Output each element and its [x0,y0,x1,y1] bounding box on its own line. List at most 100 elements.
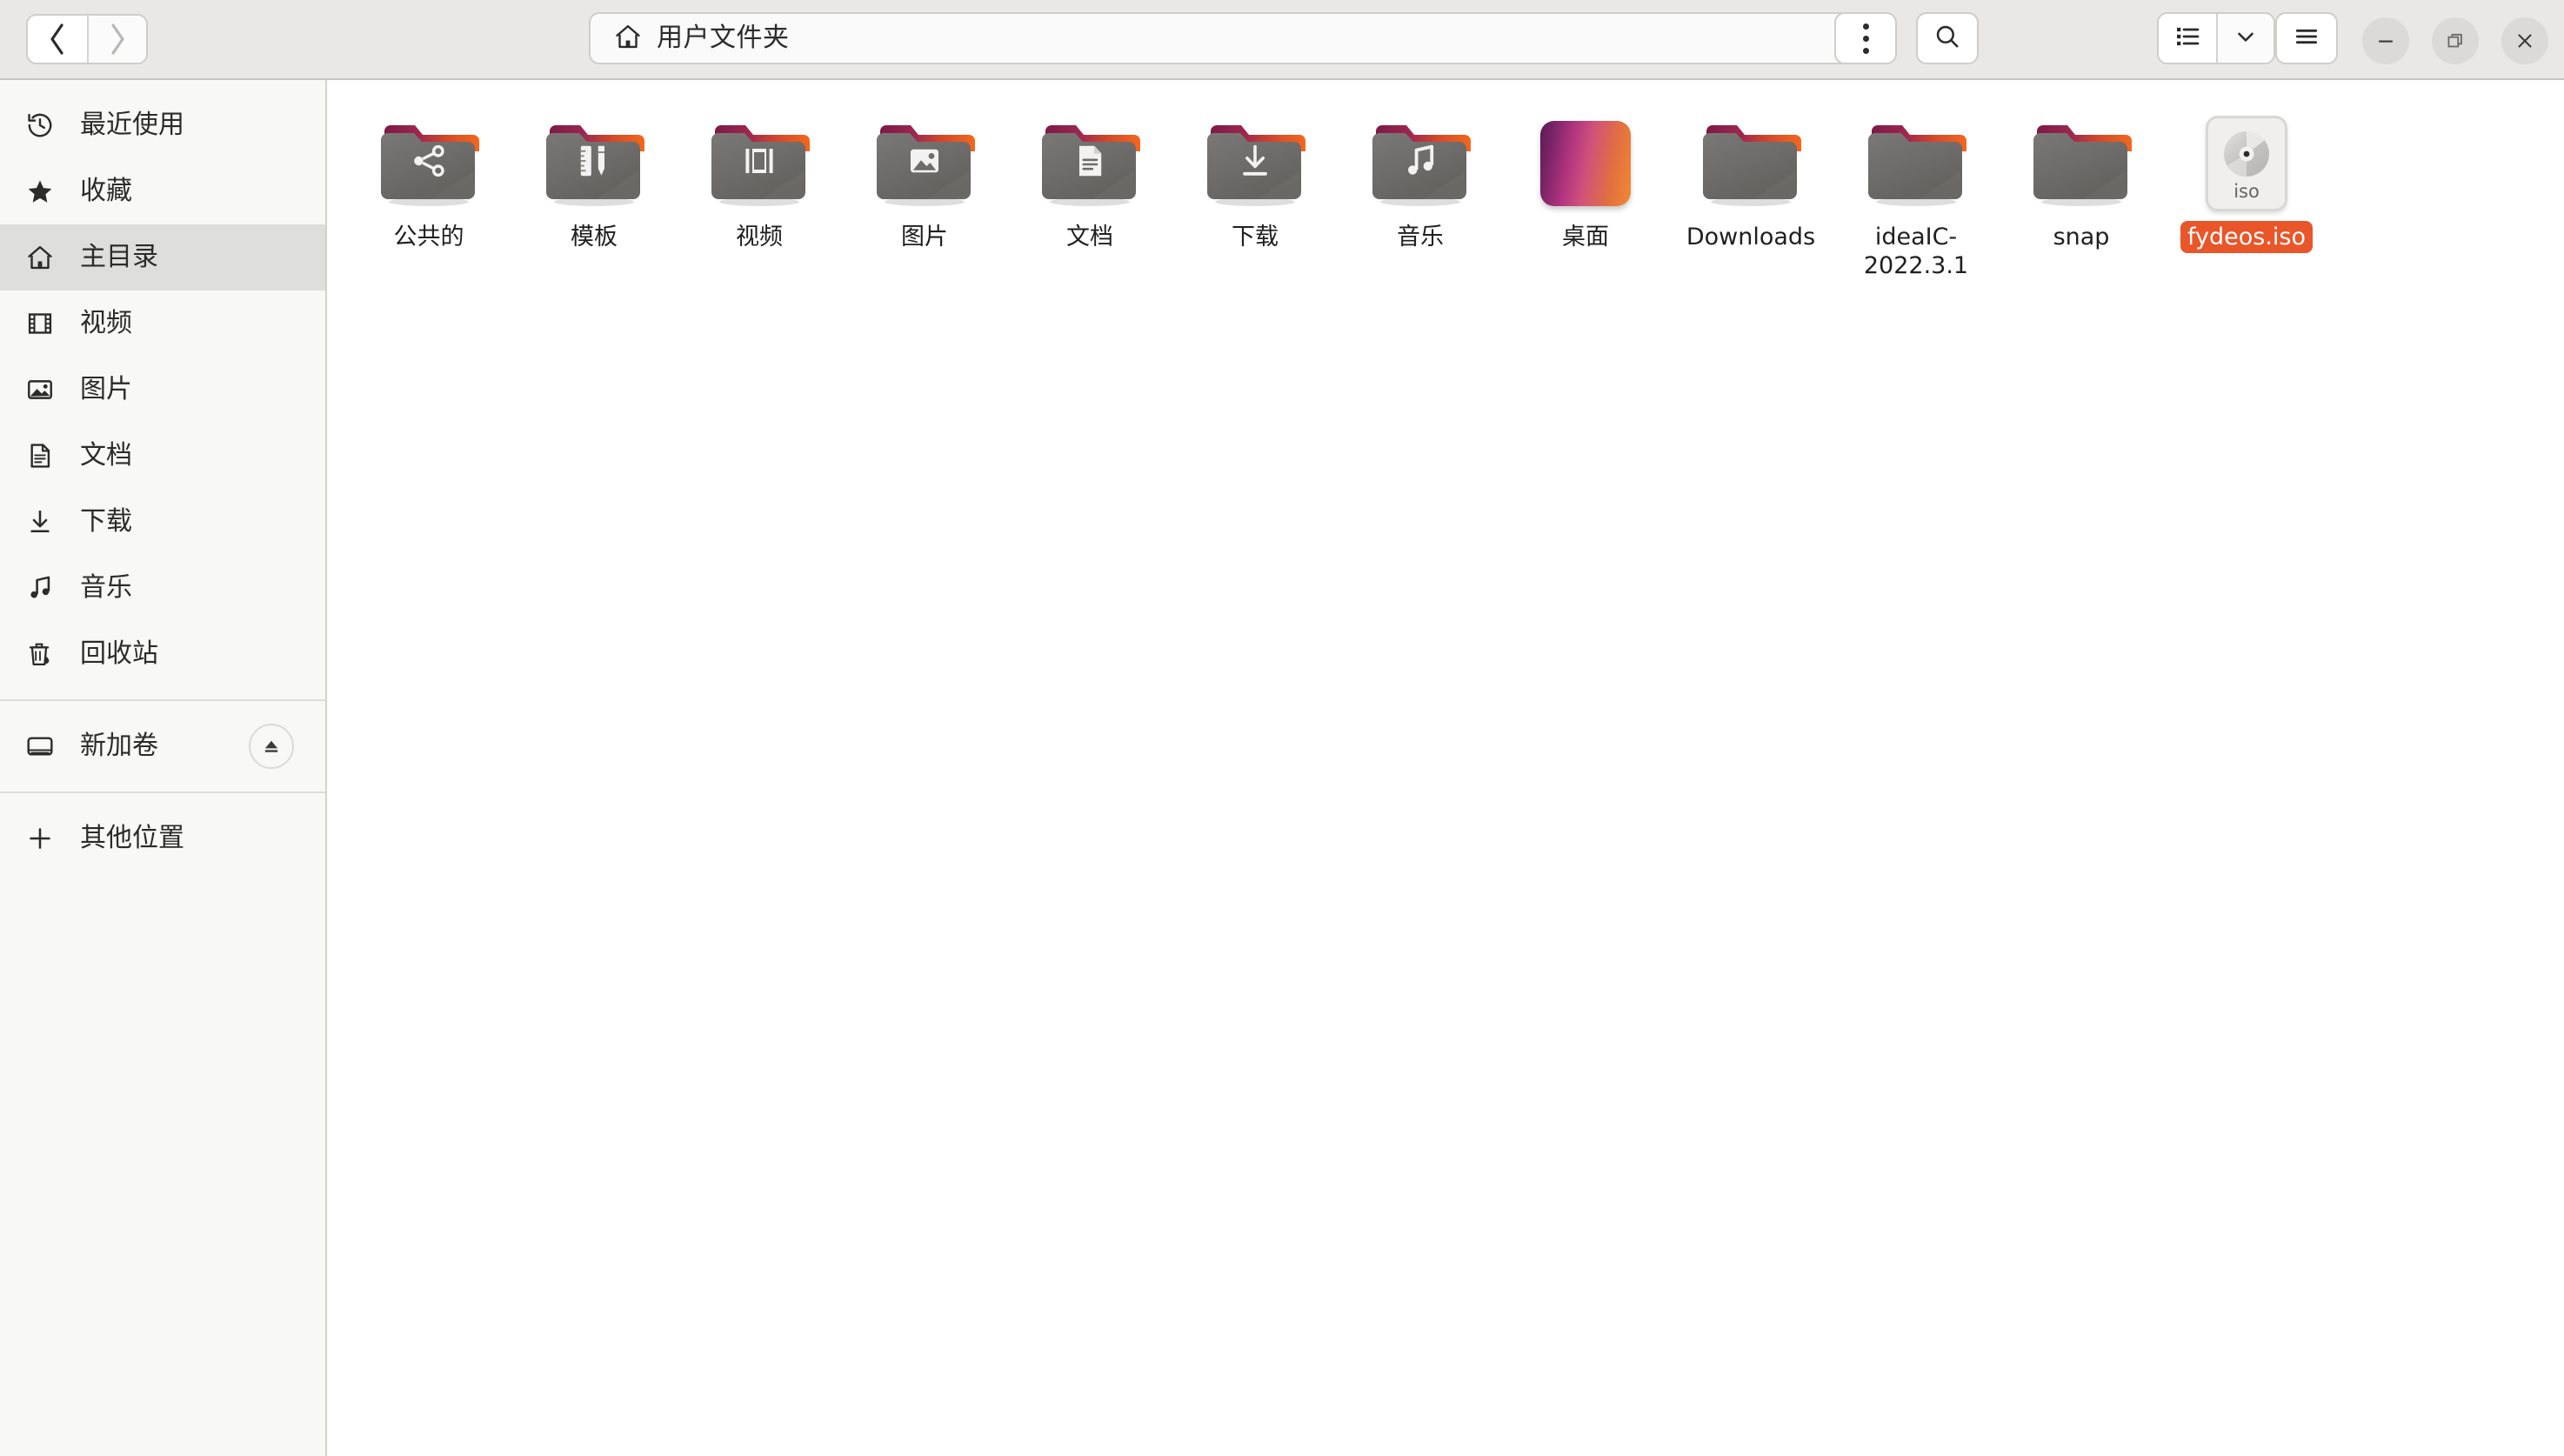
sidebar-divider [0,699,325,701]
sidebar-item-5[interactable]: 文档 [0,423,325,489]
sidebar-item-1[interactable]: 收藏 [0,158,325,224]
sidebar-item-label: 视频 [80,308,132,338]
file-name-label: 公共的 [393,224,464,250]
download-icon [23,504,57,539]
film-icon [23,306,57,341]
navigation-buttons [26,14,148,64]
file-name-label: 文档 [1066,224,1113,250]
file-item[interactable]: 桌面 [1503,99,1668,283]
file-name-label: fydeos.iso [2180,221,2313,254]
chevron-down-icon [2233,23,2259,53]
folder-icon-document-icon [1038,117,1142,210]
sidebar-item-3[interactable]: 视频 [0,291,325,357]
file-name-label: snap [2053,224,2110,250]
sidebar-divider-2 [0,791,325,793]
file-view[interactable]: 公共的 模板 视频 图片 文档 下载 音乐 桌面 Downloads ideaIC-2022.3.… [327,80,2564,1456]
folder-icon-film-icon [707,117,811,210]
folder-icon-image-icon [872,117,977,210]
search-icon [1933,23,1961,54]
desktop-wallpaper-thumb-icon [1533,117,1638,210]
list-view-button[interactable] [2159,14,2216,63]
file-item[interactable]: ideaIC-2022.3.1 [1833,99,1999,283]
sidebar-item-volume[interactable]: 新加卷 [0,713,325,779]
folder-icon-templates-icon [542,117,646,210]
file-item[interactable]: 公共的 [346,99,511,283]
window-body: 最近使用 收藏 主目录 视频 图片 文档 下载 音乐 回收站 新加卷 其他位置 … [0,80,2564,1456]
eject-button[interactable] [249,724,294,769]
icon-grid: 公共的 模板 视频 图片 文档 下载 音乐 桌面 Downloads ideaIC-2022.3.… [327,80,2564,283]
file-name-label: 音乐 [1397,224,1444,250]
close-button[interactable] [2501,17,2548,64]
sidebar-item-other-locations[interactable]: 其他位置 [0,805,325,872]
sidebar-item-label: 最近使用 [80,110,184,140]
sidebar-item-label: 主目录 [80,242,158,272]
sidebar-item-2[interactable]: 主目录 [0,224,325,291]
file-name-label: Downloads [1686,224,1816,250]
recent-clock-icon [23,108,57,143]
folder-icon [1699,117,1803,210]
trash-icon [23,637,57,671]
music-note-icon [23,571,57,605]
folder-icon-download-icon [1203,117,1307,210]
vertical-dots-icon [1862,23,1869,54]
file-item[interactable]: 下载 [1172,99,1338,283]
sidebar-item-label: 新加卷 [80,731,158,761]
sidebar-item-label: 收藏 [80,176,132,206]
drive-icon [23,729,57,764]
minimize-button[interactable] [2362,17,2409,64]
file-item[interactable]: 视频 [677,99,842,283]
path-label: 用户文件夹 [657,23,790,53]
star-icon [23,174,57,209]
folder-icon-share-icon [377,117,481,210]
file-name-label: 下载 [1232,224,1279,250]
file-item[interactable]: 图片 [842,99,1007,283]
sidebar-item-8[interactable]: 回收站 [0,621,325,687]
file-item[interactable]: snap [1999,99,2164,283]
sidebar-item-0[interactable]: 最近使用 [0,92,325,158]
desktop-thumb-icon [1540,121,1631,206]
main-menu-button[interactable] [2275,12,2338,64]
view-switcher [2157,12,2275,64]
search-button[interactable] [1916,12,1979,64]
file-item[interactable]: 文档 [1007,99,1172,283]
file-name-label: 图片 [901,224,948,250]
sidebar-item-label: 回收站 [80,638,158,669]
file-name-label: 视频 [736,224,783,250]
document-icon [23,438,57,473]
forward-button[interactable] [87,16,146,63]
sidebar-item-label: 图片 [80,374,132,404]
file-item[interactable]: 音乐 [1338,99,1503,283]
header-bar: 用户文件夹 [0,0,2564,80]
file-item[interactable]: 模板 [511,99,677,283]
hamburger-icon [2293,23,2320,54]
file-name-label: 桌面 [1562,224,1609,250]
sidebar-places-list: 最近使用收藏主目录视频图片文档下载音乐回收站 [0,92,325,687]
path-menu-button[interactable] [1834,12,1897,64]
sidebar-item-7[interactable]: 音乐 [0,555,325,621]
sidebar-item-label: 下载 [80,506,132,537]
iso-badge-label: iso [2233,180,2260,202]
iso-file-icon: iso [2206,116,2287,211]
back-button[interactable] [28,16,87,63]
sidebar-item-4[interactable]: 图片 [0,357,325,423]
folder-icon [2029,117,2133,210]
file-manager-window: 用户文件夹 最近使用 收藏 主目录 视频 图片 文档 下载 音乐 回收站 新加卷… [0,0,2564,1456]
sidebar: 最近使用 收藏 主目录 视频 图片 文档 下载 音乐 回收站 新加卷 其他位置 [0,80,327,1456]
file-name-label: ideaIC-2022.3.1 [1863,224,1969,280]
file-item[interactable]: Downloads [1668,99,1833,283]
window-controls [2362,17,2548,64]
view-options-button[interactable] [2216,14,2274,63]
path-bar[interactable]: 用户文件夹 [589,12,1852,64]
plus-icon [23,821,57,856]
list-view-icon [2173,23,2201,54]
sidebar-item-label: 其他位置 [80,823,184,853]
sidebar-item-6[interactable]: 下载 [0,489,325,555]
home-icon [23,240,57,275]
file-item-selected[interactable]: iso fydeos.iso [2164,99,2329,283]
folder-icon-music-note-icon [1368,117,1472,210]
sidebar-item-label: 文档 [80,440,132,471]
sidebar-item-label: 音乐 [80,572,132,603]
maximize-button[interactable] [2432,17,2479,64]
folder-icon [1864,117,1968,210]
image-icon [23,372,57,407]
